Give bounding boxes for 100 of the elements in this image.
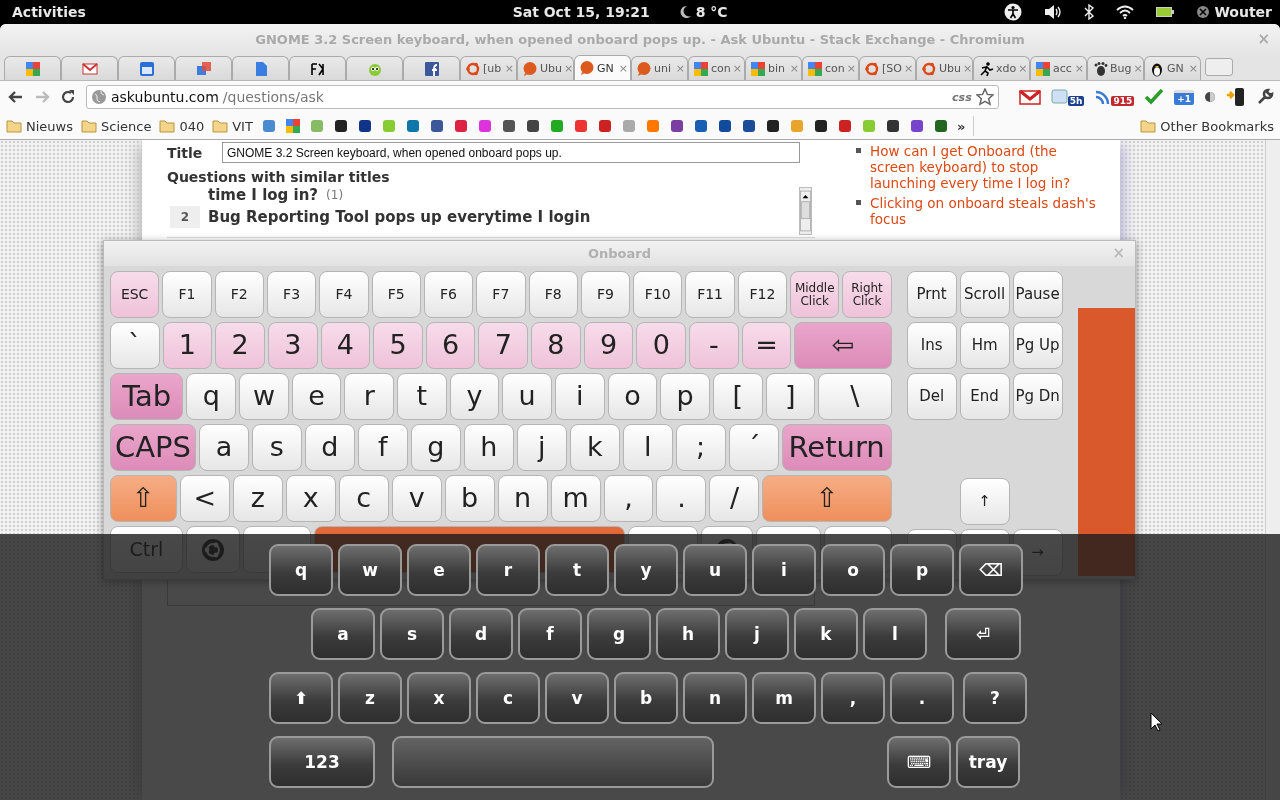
keyboard-key[interactable]: s bbox=[251, 424, 302, 471]
bookmark-folder[interactable]: Other Bookmarks bbox=[1140, 118, 1274, 134]
question-link[interactable]: Bug Reporting Tool pops up everytime I login bbox=[208, 208, 591, 226]
keyboard-key[interactable]: e bbox=[407, 544, 471, 596]
colored-square-icon[interactable] bbox=[284, 118, 301, 134]
keyboard-key[interactable]: x bbox=[407, 672, 471, 724]
keyboard-key[interactable]: tray bbox=[956, 736, 1020, 788]
keyboard-key[interactable]: ⇧ bbox=[762, 475, 892, 522]
keyboard-key[interactable]: , bbox=[821, 672, 885, 724]
bookmark-icon[interactable] bbox=[356, 118, 373, 134]
keyboard-key[interactable]: t bbox=[545, 544, 609, 596]
more-bookmarks-button[interactable]: » bbox=[956, 118, 966, 134]
keyboard-key[interactable]: t bbox=[397, 373, 447, 420]
keyboard-key[interactable]: ↑ bbox=[959, 478, 1010, 525]
keyboard-key[interactable]: k bbox=[794, 608, 858, 660]
keyboard-key[interactable]: ; bbox=[675, 424, 726, 471]
keyboard-key[interactable]: 4 bbox=[320, 322, 371, 369]
keyboard-key[interactable]: 7 bbox=[478, 322, 529, 369]
keyboard-key[interactable]: ESC bbox=[110, 271, 160, 318]
bookmark-icon[interactable] bbox=[716, 118, 733, 134]
keyboard-key[interactable]: w bbox=[338, 544, 402, 596]
bookmark-folder[interactable]: Science bbox=[81, 118, 152, 134]
space-bar[interactable] bbox=[392, 736, 714, 788]
keyboard-key[interactable]: g bbox=[410, 424, 461, 471]
keyboard-key[interactable]: h bbox=[656, 608, 720, 660]
checkmark-icon[interactable] bbox=[1144, 88, 1165, 106]
keyboard-key[interactable]: ⌨ bbox=[887, 736, 951, 788]
keyboard-key[interactable]: Pg Dn bbox=[1012, 373, 1063, 420]
battery-icon[interactable] bbox=[1156, 7, 1175, 17]
accessibility-icon[interactable] bbox=[1004, 3, 1023, 21]
keyboard-key[interactable]: z bbox=[338, 672, 402, 724]
keyboard-key[interactable]: Tab bbox=[110, 373, 184, 420]
keyboard-key[interactable]: i bbox=[752, 544, 816, 596]
bookmark-icon[interactable] bbox=[668, 118, 685, 134]
keyboard-key[interactable]: f bbox=[357, 424, 408, 471]
bookmark-icon[interactable] bbox=[812, 118, 829, 134]
keyboard-key[interactable]: n bbox=[497, 475, 548, 522]
keyboard-key[interactable]: 5 bbox=[373, 322, 423, 369]
bookmark-icon[interactable] bbox=[884, 118, 901, 134]
bookmark-icon[interactable] bbox=[932, 118, 949, 134]
keyboard-key[interactable]: g bbox=[587, 608, 651, 660]
keyboard-key[interactable]: Right Click bbox=[842, 271, 892, 318]
reload-icon[interactable] bbox=[60, 89, 76, 105]
browser-tab[interactable]: Bug × bbox=[1087, 56, 1144, 80]
keyboard-key[interactable]: c bbox=[338, 475, 389, 522]
keyboard-key[interactable]: Prnt bbox=[906, 271, 957, 318]
keyboard-key[interactable]: Ins bbox=[906, 322, 957, 369]
scrollbar[interactable] bbox=[799, 187, 812, 235]
keyboard-key[interactable]: F4 bbox=[319, 271, 369, 318]
keyboard-key[interactable]: CAPS bbox=[110, 424, 196, 471]
keyboard-key[interactable]: v bbox=[545, 672, 609, 724]
user-name[interactable]: Wouter bbox=[1214, 4, 1272, 20]
address-bar[interactable]: askubuntu.com /questions/ask css bbox=[86, 85, 999, 109]
keyboard-key[interactable]: F9 bbox=[580, 271, 631, 318]
keyboard-key[interactable]: j bbox=[725, 608, 789, 660]
wrench-icon[interactable] bbox=[1256, 88, 1274, 106]
keyboard-key[interactable]: F12 bbox=[737, 271, 788, 318]
keyboard-key[interactable]: u bbox=[683, 544, 747, 596]
keyboard-key[interactable]: i bbox=[554, 373, 605, 420]
keyboard-key[interactable]: Return bbox=[781, 424, 892, 471]
keyboard-key[interactable]: o bbox=[607, 373, 658, 420]
keyboard-key[interactable]: Scroll bbox=[959, 271, 1010, 318]
keyboard-key[interactable]: F1 bbox=[162, 271, 212, 318]
keyboard-key[interactable]: c bbox=[476, 672, 540, 724]
keyboard-key[interactable]: r bbox=[476, 544, 540, 596]
keyboard-key[interactable]: x bbox=[285, 475, 336, 522]
wifi-icon[interactable] bbox=[1116, 5, 1135, 19]
keyboard-key[interactable]: p bbox=[890, 544, 954, 596]
keyboard-key[interactable]: 3 bbox=[267, 322, 318, 369]
keyboard-key[interactable]: l bbox=[622, 424, 673, 471]
keyboard-key[interactable]: a bbox=[311, 608, 375, 660]
dot-icon[interactable] bbox=[1204, 91, 1216, 103]
keyboard-key[interactable]: ? bbox=[963, 672, 1027, 724]
keyboard-key[interactable]: q bbox=[186, 373, 237, 420]
bluetooth-icon[interactable] bbox=[1084, 4, 1095, 20]
back-icon[interactable] bbox=[8, 89, 24, 105]
keyboard-key[interactable]: p bbox=[660, 373, 710, 420]
keyboard-key[interactable]: e bbox=[291, 373, 342, 420]
bookmark-folder[interactable]: 040 bbox=[159, 118, 205, 134]
keyboard-key[interactable]: ´ bbox=[728, 424, 779, 471]
keyboard-key[interactable]: 8 bbox=[531, 322, 581, 369]
bookmark-icon[interactable] bbox=[500, 118, 517, 134]
bookmark-folder[interactable]: Nieuws bbox=[6, 118, 73, 134]
keyboard-key[interactable]: r bbox=[344, 373, 395, 420]
bookmark-icon[interactable] bbox=[428, 118, 445, 134]
keyboard-key[interactable]: d bbox=[449, 608, 513, 660]
keyboard-key[interactable]: \ bbox=[818, 373, 892, 420]
browser-tab[interactable]: acc × bbox=[1030, 56, 1087, 80]
bookmark-icon[interactable] bbox=[764, 118, 781, 134]
browser-tab[interactable]: Ubu × bbox=[517, 56, 574, 80]
keyboard-key[interactable]: y bbox=[614, 544, 678, 596]
keyboard-key[interactable]: o bbox=[821, 544, 885, 596]
keyboard-key[interactable]: ⏎ bbox=[945, 608, 1021, 660]
keyboard-key[interactable]: Pg Up bbox=[1012, 322, 1063, 369]
keyboard-key[interactable]: ⌫ bbox=[959, 544, 1023, 596]
keyboard-key[interactable]: F6 bbox=[423, 271, 474, 318]
keyboard-key[interactable]: n bbox=[683, 672, 747, 724]
browser-tab[interactable] bbox=[403, 56, 460, 80]
keyboard-key[interactable]: F5 bbox=[371, 271, 421, 318]
browser-tab[interactable]: xdo × bbox=[973, 56, 1030, 80]
